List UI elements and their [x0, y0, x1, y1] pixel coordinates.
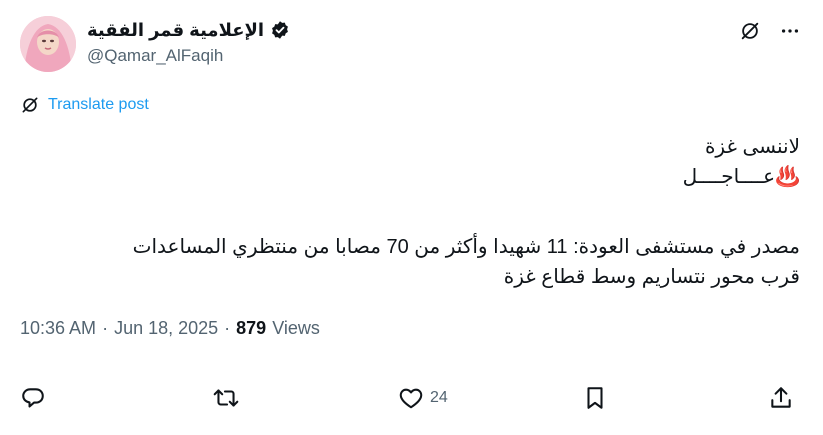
- post-spacer: [20, 192, 800, 232]
- post-date[interactable]: Jun 18, 2025: [114, 318, 218, 339]
- avatar[interactable]: [20, 16, 76, 72]
- repost-icon: [212, 385, 240, 411]
- verified-badge-icon: [270, 20, 290, 40]
- post-time[interactable]: 10:36 AM: [20, 318, 96, 339]
- author-name[interactable]: الإعلامية قمر الفقية: [87, 20, 264, 41]
- post-line: ♨️عــــاجــــل: [682, 166, 800, 188]
- translate-post-button[interactable]: Translate post: [20, 95, 149, 115]
- action-bar: 24: [20, 385, 803, 421]
- like-button[interactable]: 24: [398, 385, 448, 411]
- post-line: لاننسى غزة: [704, 136, 800, 158]
- like-count: 24: [430, 389, 448, 406]
- more-icon[interactable]: [779, 20, 801, 42]
- grok-icon: [20, 95, 40, 115]
- grok-icon[interactable]: [739, 20, 761, 42]
- reply-button[interactable]: [20, 385, 46, 411]
- user-info[interactable]: الإعلامية قمر الفقية @Qamar_AlFaqih: [87, 17, 290, 66]
- bookmark-icon: [583, 385, 607, 411]
- post-text: لاننسى غزة ♨️عــــاجــــل مصدر في مستشفى…: [20, 132, 800, 292]
- heart-icon: [398, 385, 424, 411]
- post-header: الإعلامية قمر الفقية @Qamar_AlFaqih: [20, 14, 801, 74]
- translate-post-label[interactable]: Translate post: [48, 96, 149, 114]
- post-meta: 10:36 AM · Jun 18, 2025 · 879 Views: [20, 318, 320, 339]
- header-actions: [739, 20, 801, 42]
- share-icon: [768, 385, 794, 411]
- meta-separator: ·: [224, 318, 231, 338]
- reply-icon: [20, 385, 46, 411]
- share-button[interactable]: [768, 385, 794, 411]
- bookmark-button[interactable]: [583, 385, 607, 411]
- repost-button[interactable]: [212, 385, 240, 411]
- post-line: قرب محور نتساريم وسط قطاع غزة: [503, 266, 800, 288]
- post-line: مصدر في مستشفى العودة: 11 شهيدا وأكثر من…: [132, 236, 800, 258]
- author-handle[interactable]: @Qamar_AlFaqih: [87, 46, 290, 66]
- meta-separator: ·: [102, 318, 109, 338]
- views-count[interactable]: 879: [236, 318, 266, 339]
- views-label[interactable]: Views: [272, 318, 320, 339]
- avatar-image: [20, 16, 76, 72]
